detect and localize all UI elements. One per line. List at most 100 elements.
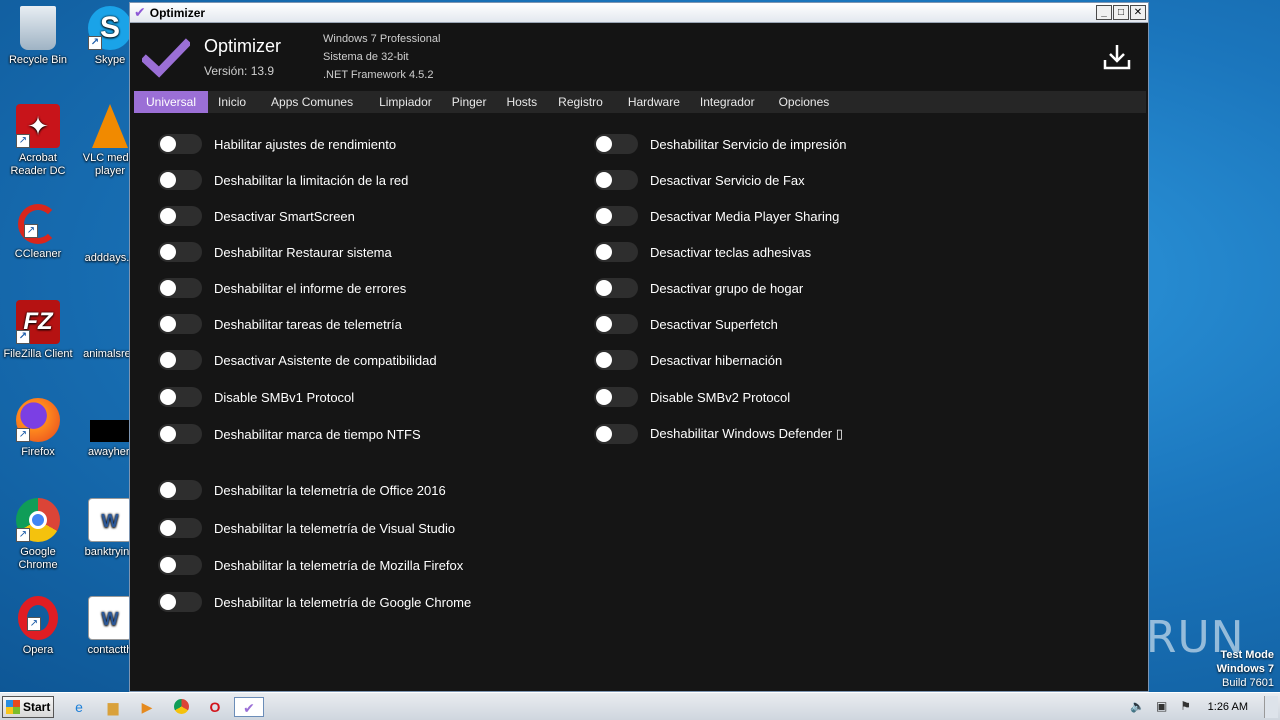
toggle-row[interactable]: Deshabilitar la telemetría de Office 201… <box>158 479 446 501</box>
desktop-icon-label: Google Chrome <box>18 546 58 571</box>
toggle-switch[interactable] <box>594 206 638 226</box>
toggle-row[interactable]: Deshabilitar el informe de errores <box>158 277 406 299</box>
toggle-row[interactable]: Desactivar Superfetch <box>594 313 778 335</box>
download-icon[interactable] <box>1102 42 1132 72</box>
toggle-switch[interactable] <box>158 480 202 500</box>
toggle-label: Habilitar ajustes de rendimiento <box>214 136 397 152</box>
start-button[interactable]: Start <box>2 696 54 718</box>
toggle-switch[interactable] <box>158 278 202 298</box>
tab-hosts[interactable]: Hosts <box>496 91 547 113</box>
toggle-switch[interactable] <box>158 350 202 370</box>
toggle-row[interactable]: Deshabilitar Windows Defender ▯ <box>594 423 843 445</box>
toggle-row[interactable]: Disable SMBv2 Protocol <box>594 386 790 408</box>
toggle-switch[interactable] <box>158 518 202 538</box>
os-version: Windows 7 Professional <box>323 33 441 45</box>
desktop-icon-filezilla[interactable]: FZ ↗ FileZilla Client <box>0 300 76 361</box>
toggle-switch[interactable] <box>158 242 202 262</box>
toggle-row[interactable]: Desactivar Media Player Sharing <box>594 205 839 227</box>
toggle-switch[interactable] <box>594 424 638 444</box>
toggle-label: Deshabilitar Restaurar sistema <box>214 244 392 260</box>
toggle-row[interactable]: Deshabilitar marca de tiempo NTFS <box>158 423 421 445</box>
desktop-icon-chrome[interactable]: ↗ Google Chrome <box>0 498 76 572</box>
volume-icon[interactable]: 🔈 <box>1129 699 1147 715</box>
toggle-row[interactable]: Deshabilitar Restaurar sistema <box>158 241 392 263</box>
toggle-switch[interactable] <box>594 350 638 370</box>
network-icon[interactable]: ▣ <box>1153 699 1171 715</box>
desktop-icon-recycle-bin[interactable]: Recycle Bin <box>0 6 76 67</box>
desktop-icon-firefox[interactable]: ↗ Firefox <box>0 398 76 459</box>
tab-limpiador[interactable]: Limpiador <box>369 91 442 113</box>
tab-registro[interactable]: Registro <box>547 91 618 113</box>
toggle-row[interactable]: Deshabilitar la telemetría de Mozilla Fi… <box>158 554 463 576</box>
toggle-switch[interactable] <box>158 592 202 612</box>
toggle-switch[interactable] <box>594 387 638 407</box>
recycle-bin-icon <box>20 6 56 50</box>
acrobat-icon: ✦ ↗ <box>16 104 60 148</box>
action-center-flag-icon[interactable]: ⚑ <box>1177 699 1195 715</box>
show-desktop-button[interactable] <box>1264 696 1278 718</box>
toggle-row[interactable]: Desactivar grupo de hogar <box>594 277 803 299</box>
toggle-row[interactable]: Deshabilitar la telemetría de Google Chr… <box>158 591 471 613</box>
desktop-icon-ccleaner[interactable]: ↗ CCleaner <box>0 204 76 261</box>
toggle-switch[interactable] <box>158 170 202 190</box>
tab-inicio[interactable]: Inicio <box>208 91 256 113</box>
os-architecture: Sistema de 32-bit <box>323 51 409 63</box>
internet-explorer-icon[interactable]: e <box>68 697 90 717</box>
close-button[interactable]: ✕ <box>1130 5 1146 20</box>
toggle-label: Desactivar Superfetch <box>650 316 778 332</box>
toggle-label: Deshabilitar la telemetría de Visual Stu… <box>214 520 456 536</box>
toggle-switch[interactable] <box>594 170 638 190</box>
opera-taskbar-icon[interactable]: O <box>204 697 226 717</box>
toggle-row[interactable]: Disable SMBv1 Protocol <box>158 386 354 408</box>
toggle-row[interactable]: Desactivar hibernación <box>594 349 782 371</box>
toggle-label: Deshabilitar Servicio de impresión <box>650 136 847 152</box>
tab-integrador[interactable]: Integrador <box>690 91 765 113</box>
tab-hardware[interactable]: Hardware <box>618 91 690 113</box>
toggle-row[interactable]: Desactivar teclas adhesivas <box>594 241 811 263</box>
tab-opciones[interactable]: Opciones <box>765 91 840 113</box>
opera-icon: ↗ <box>18 596 58 640</box>
desktop-icon-acrobat[interactable]: ✦ ↗ Acrobat Reader DC <box>0 104 76 178</box>
toggle-row[interactable]: Desactivar Servicio de Fax <box>594 169 805 191</box>
toggle-switch[interactable] <box>158 555 202 575</box>
tab-pinger[interactable]: Pinger <box>442 91 497 113</box>
clock[interactable]: 1:26 AM <box>1208 701 1248 713</box>
folder-icon[interactable]: ▆ <box>102 697 124 717</box>
checkmark-icon: ✔ <box>134 4 146 20</box>
toggle-switch[interactable] <box>594 134 638 154</box>
toggle-switch[interactable] <box>158 314 202 334</box>
app-version: Versión: 13.9 <box>204 64 275 78</box>
toggle-switch[interactable] <box>594 242 638 262</box>
desktop-icon-label: Acrobat Reader DC <box>10 152 66 177</box>
toggle-row[interactable]: Deshabilitar tareas de telemetría <box>158 313 402 335</box>
desktop-icon-opera[interactable]: ↗ Opera <box>0 596 76 657</box>
chrome-taskbar-icon[interactable] <box>170 697 192 717</box>
toggle-switch[interactable] <box>158 134 202 154</box>
filezilla-icon: FZ ↗ <box>16 300 60 344</box>
toggle-switch[interactable] <box>594 278 638 298</box>
toggle-switch[interactable] <box>158 424 202 444</box>
firefox-icon: ↗ <box>16 398 60 442</box>
toggle-row[interactable]: Desactivar Asistente de compatibilidad <box>158 349 437 371</box>
minimize-button[interactable]: _ <box>1096 5 1112 20</box>
toggle-switch[interactable] <box>158 206 202 226</box>
optimizer-taskbar-icon[interactable]: ✔ <box>234 697 264 717</box>
tab-apps-comunes[interactable]: Apps Comunes <box>256 91 369 113</box>
maximize-button[interactable]: □ <box>1113 5 1129 20</box>
document-icon <box>88 300 132 344</box>
window-titlebar[interactable]: ✔ Optimizer _ □ ✕ <box>130 3 1148 23</box>
tab-universal[interactable]: Universal <box>134 91 209 113</box>
toggle-switch[interactable] <box>158 387 202 407</box>
desktop-icon-label: FileZilla Client <box>3 348 73 360</box>
ccleaner-icon: ↗ <box>18 204 58 244</box>
toggle-row[interactable]: Desactivar SmartScreen <box>158 205 355 227</box>
toggle-switch[interactable] <box>594 314 638 334</box>
media-player-icon[interactable]: ▶ <box>136 697 158 717</box>
toggle-row[interactable]: Deshabilitar Servicio de impresión <box>594 133 847 155</box>
toggle-row[interactable]: Habilitar ajustes de rendimiento <box>158 133 396 155</box>
toggle-row[interactable]: Deshabilitar la telemetría de Visual Stu… <box>158 517 455 539</box>
toggle-label: Deshabilitar la telemetría de Mozilla Fi… <box>214 557 464 573</box>
desktop-icon-label: adddays.p <box>84 252 136 264</box>
toggle-row[interactable]: Deshabilitar la limitación de la red <box>158 169 408 191</box>
black-file-icon <box>90 420 130 442</box>
